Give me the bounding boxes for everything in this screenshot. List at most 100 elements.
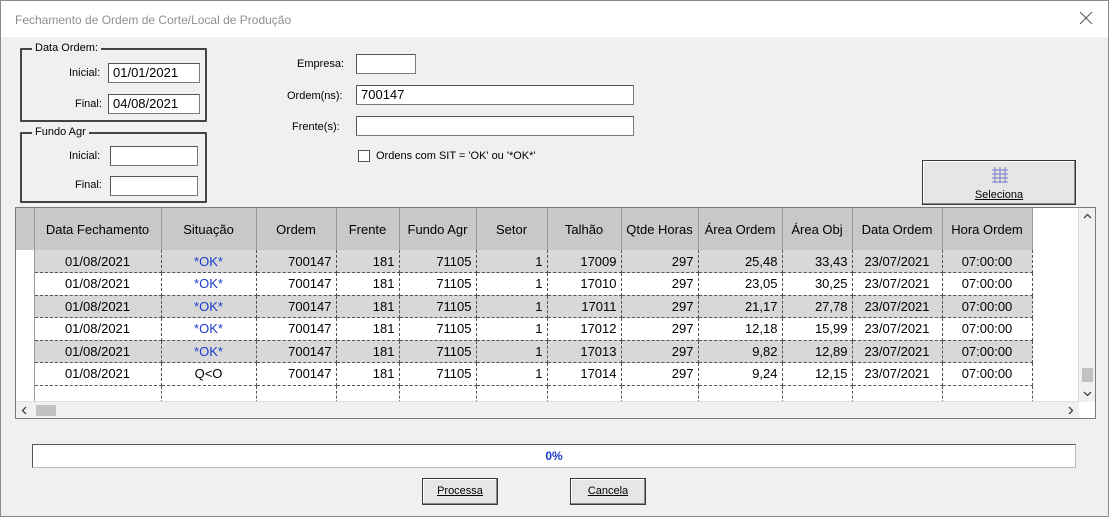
- table-cell[interactable]: 297: [621, 250, 699, 273]
- table-cell[interactable]: 1: [476, 295, 548, 318]
- table-cell[interactable]: 297: [621, 272, 699, 296]
- scroll-up-icon[interactable]: [1079, 208, 1096, 225]
- col-header[interactable]: Data Fechamento: [34, 208, 162, 250]
- table-cell[interactable]: 71105: [399, 250, 477, 273]
- table-cell[interactable]: 297: [621, 340, 699, 363]
- empresa-input[interactable]: [356, 54, 416, 74]
- row-indicator[interactable]: [16, 295, 35, 318]
- col-header[interactable]: Fundo Agr: [399, 208, 477, 250]
- row-indicator[interactable]: [16, 340, 35, 363]
- scroll-left-icon[interactable]: [16, 402, 33, 419]
- table-cell[interactable]: 17009: [547, 250, 622, 273]
- row-indicator[interactable]: [16, 317, 35, 340]
- table-cell[interactable]: 1: [476, 362, 548, 386]
- table-cell[interactable]: 07:00:00: [942, 250, 1033, 273]
- table-cell[interactable]: 12,18: [698, 317, 783, 341]
- table-row[interactable]: 01/08/2021 *OK* 700147 181 71105 1 17010 297 23,…: [16, 272, 1033, 296]
- table-cell[interactable]: 01/08/2021: [34, 340, 162, 363]
- table-cell[interactable]: 30,25: [782, 272, 853, 296]
- table-cell[interactable]: 1: [476, 250, 548, 273]
- seleciona-button[interactable]: Seleciona: [922, 160, 1076, 205]
- table-cell[interactable]: 17012: [547, 317, 622, 341]
- table-cell[interactable]: 1: [476, 317, 548, 341]
- data-ordem-inicial-input[interactable]: 01/01/2021: [108, 63, 200, 83]
- ordens-input[interactable]: 700147: [356, 85, 634, 105]
- table-row[interactable]: 01/08/2021 *OK* 700147 181 71105 1 17009 297 25,…: [16, 250, 1033, 273]
- table-cell[interactable]: 181: [336, 340, 400, 363]
- close-icon[interactable]: [1078, 10, 1094, 26]
- table-cell[interactable]: 181: [336, 250, 400, 273]
- table-cell[interactable]: 297: [621, 317, 699, 341]
- orders-grid[interactable]: Data Fechamento Situação Ordem Frente Fu…: [15, 207, 1096, 419]
- vertical-scrollbar[interactable]: [1078, 208, 1095, 402]
- table-cell[interactable]: 181: [336, 317, 400, 341]
- table-cell[interactable]: 12,89: [782, 340, 853, 363]
- table-cell[interactable]: 700147: [256, 295, 337, 318]
- cancela-button[interactable]: Cancela: [570, 478, 646, 505]
- table-cell[interactable]: 297: [621, 295, 699, 318]
- horizontal-scrollbar[interactable]: [16, 401, 1079, 418]
- scroll-right-icon[interactable]: [1062, 402, 1079, 419]
- table-row[interactable]: 01/08/2021 Q<O 700147 181 71105 1 17014 297 9,24…: [16, 362, 1033, 386]
- table-cell[interactable]: 700147: [256, 250, 337, 273]
- table-cell[interactable]: *OK*: [161, 250, 257, 273]
- table-cell[interactable]: 181: [336, 272, 400, 296]
- col-header[interactable]: Qtde Horas: [621, 208, 699, 250]
- row-indicator[interactable]: [16, 362, 35, 385]
- table-cell[interactable]: 21,17: [698, 295, 783, 318]
- sit-ok-checkbox[interactable]: [358, 150, 370, 162]
- table-cell[interactable]: 1: [476, 340, 548, 363]
- table-cell[interactable]: 71105: [399, 340, 477, 363]
- table-cell[interactable]: *OK*: [161, 295, 257, 318]
- table-cell[interactable]: 23/07/2021: [852, 362, 943, 386]
- col-header[interactable]: Data Ordem: [852, 208, 943, 250]
- row-indicator[interactable]: [16, 250, 35, 273]
- table-cell[interactable]: 01/08/2021: [34, 295, 162, 318]
- table-cell[interactable]: 700147: [256, 317, 337, 341]
- table-cell[interactable]: 27,78: [782, 295, 853, 318]
- table-cell[interactable]: 700147: [256, 340, 337, 363]
- col-header[interactable]: Situação: [161, 208, 257, 250]
- col-header[interactable]: Área Obj: [782, 208, 853, 250]
- table-cell[interactable]: 9,24: [698, 362, 783, 386]
- table-cell[interactable]: 07:00:00: [942, 340, 1033, 363]
- table-cell[interactable]: 01/08/2021: [34, 250, 162, 273]
- table-cell[interactable]: *OK*: [161, 317, 257, 341]
- table-cell[interactable]: 297: [621, 362, 699, 386]
- table-cell[interactable]: 07:00:00: [942, 317, 1033, 341]
- table-cell[interactable]: 07:00:00: [942, 272, 1033, 296]
- table-row[interactable]: 01/08/2021 *OK* 700147 181 71105 1 17011 297 21,…: [16, 295, 1033, 318]
- col-header[interactable]: Setor: [476, 208, 548, 250]
- table-cell[interactable]: 9,82: [698, 340, 783, 363]
- table-cell[interactable]: 71105: [399, 317, 477, 341]
- table-cell[interactable]: 23/07/2021: [852, 250, 943, 273]
- table-cell[interactable]: 15,99: [782, 317, 853, 341]
- table-cell[interactable]: 71105: [399, 295, 477, 318]
- fundo-agr-final-input[interactable]: [110, 176, 198, 196]
- fundo-agr-inicial-input[interactable]: [110, 146, 198, 166]
- frentes-input[interactable]: [356, 116, 634, 136]
- table-cell[interactable]: 07:00:00: [942, 295, 1033, 318]
- table-cell[interactable]: 181: [336, 362, 400, 386]
- scroll-down-icon[interactable]: [1079, 385, 1096, 402]
- table-cell[interactable]: 12,15: [782, 362, 853, 386]
- table-cell[interactable]: 25,48: [698, 250, 783, 273]
- col-header[interactable]: Hora Ordem: [942, 208, 1033, 250]
- table-cell[interactable]: 700147: [256, 272, 337, 296]
- table-cell[interactable]: 17013: [547, 340, 622, 363]
- table-cell[interactable]: 17010: [547, 272, 622, 296]
- table-cell[interactable]: *OK*: [161, 340, 257, 363]
- table-cell[interactable]: 01/08/2021: [34, 317, 162, 341]
- table-cell[interactable]: 23/07/2021: [852, 317, 943, 341]
- table-cell[interactable]: 71105: [399, 362, 477, 386]
- row-indicator[interactable]: [16, 272, 35, 295]
- table-cell[interactable]: 17011: [547, 295, 622, 318]
- table-cell[interactable]: 17014: [547, 362, 622, 386]
- data-ordem-final-input[interactable]: 04/08/2021: [108, 94, 200, 114]
- table-row[interactable]: 01/08/2021 *OK* 700147 181 71105 1 17013 297 9,8…: [16, 340, 1033, 363]
- table-cell[interactable]: 01/08/2021: [34, 272, 162, 296]
- col-header[interactable]: Área Ordem: [698, 208, 783, 250]
- processa-button[interactable]: Processa: [422, 478, 498, 505]
- table-cell[interactable]: 07:00:00: [942, 362, 1033, 386]
- col-header[interactable]: Ordem: [256, 208, 337, 250]
